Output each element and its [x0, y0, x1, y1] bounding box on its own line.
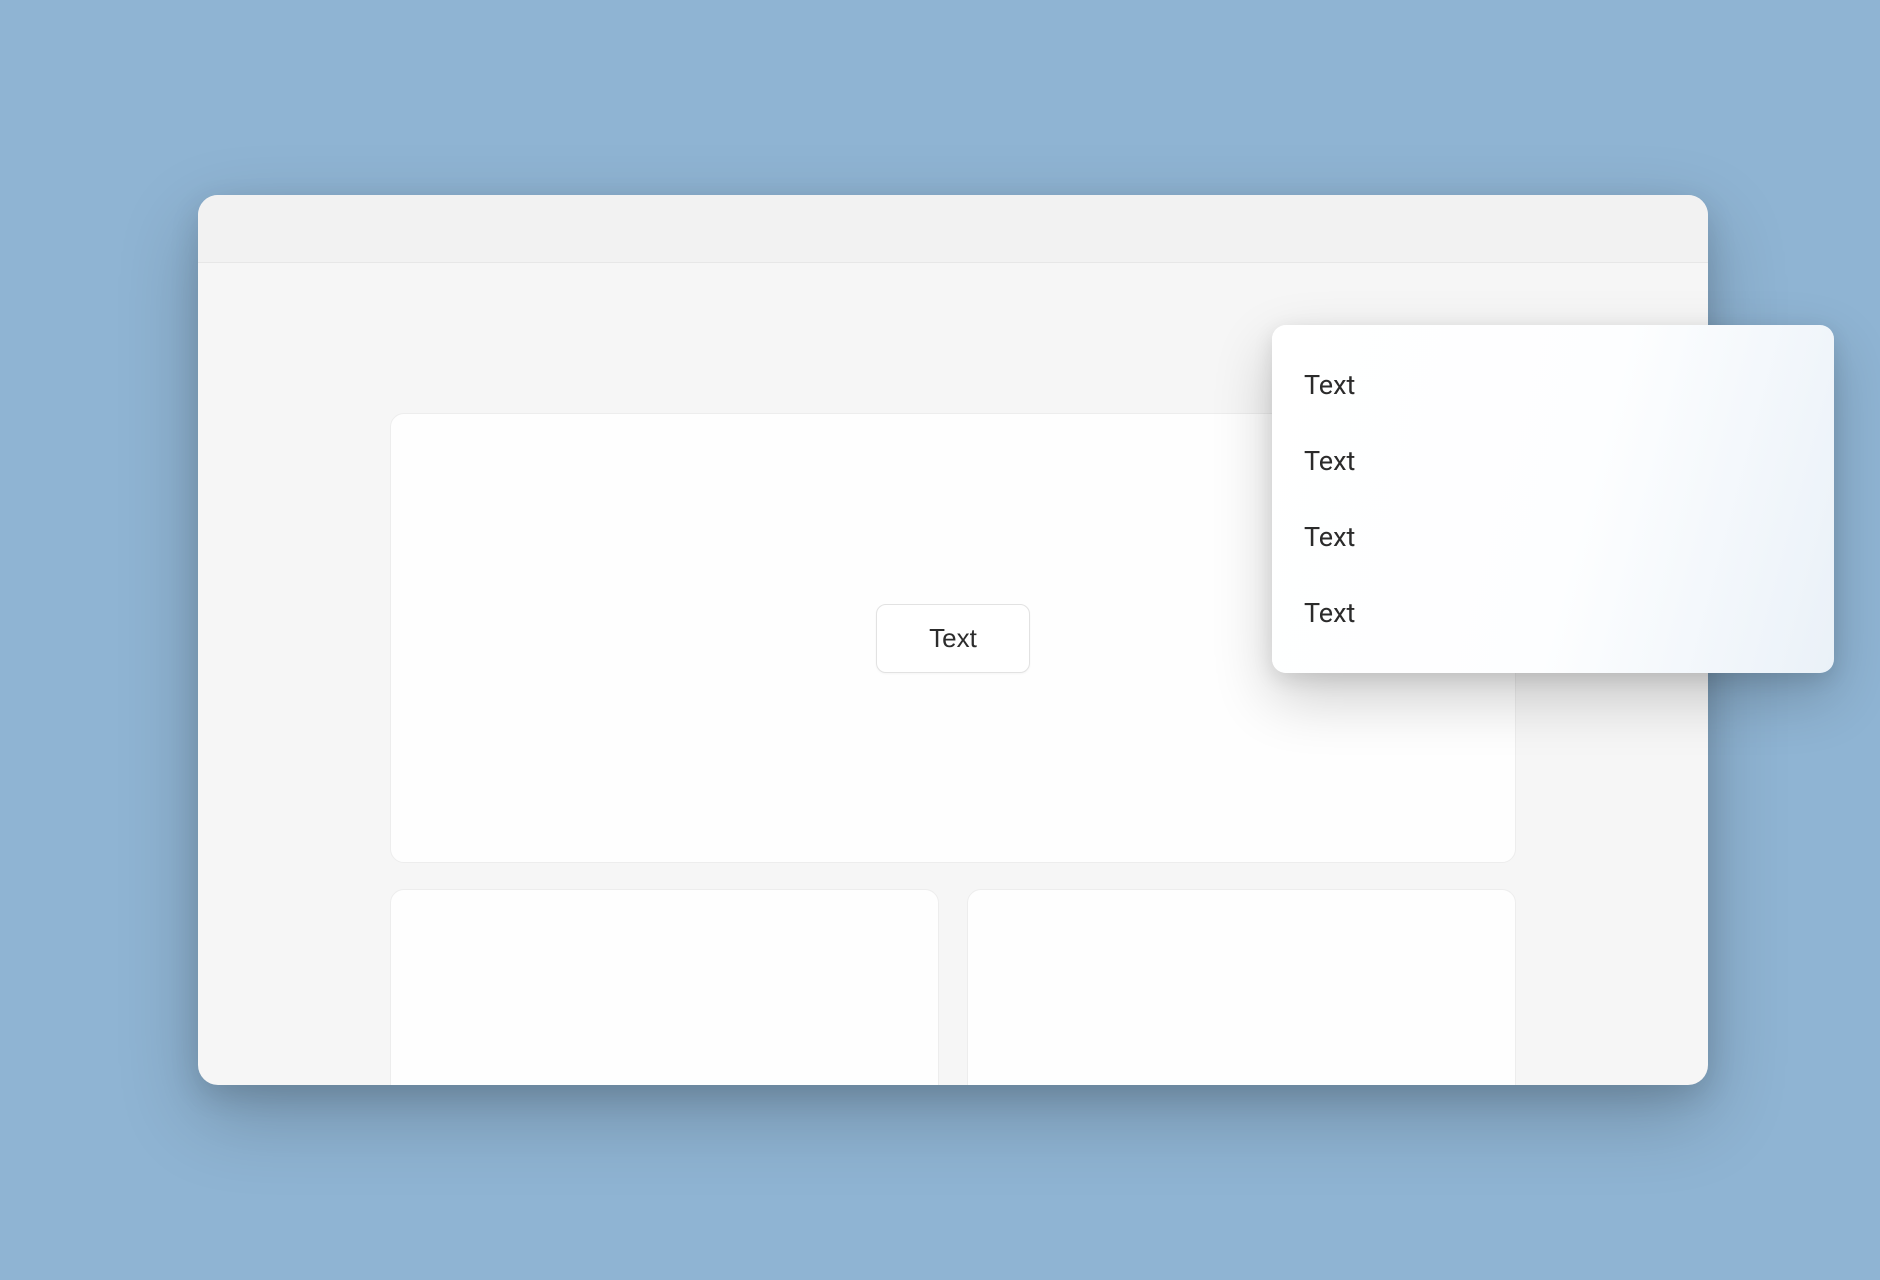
hero-button[interactable]: Text	[876, 604, 1030, 673]
dropdown-item-1[interactable]: Text	[1298, 423, 1808, 499]
card-row	[390, 889, 1516, 1085]
dropdown-item-0[interactable]: Text	[1298, 347, 1808, 423]
dropdown-item-2[interactable]: Text	[1298, 499, 1808, 575]
card-left	[390, 889, 939, 1085]
window-titlebar	[198, 195, 1708, 263]
dropdown-menu: Text Text Text Text	[1272, 325, 1834, 673]
dropdown-item-3[interactable]: Text	[1298, 575, 1808, 651]
card-right	[967, 889, 1516, 1085]
